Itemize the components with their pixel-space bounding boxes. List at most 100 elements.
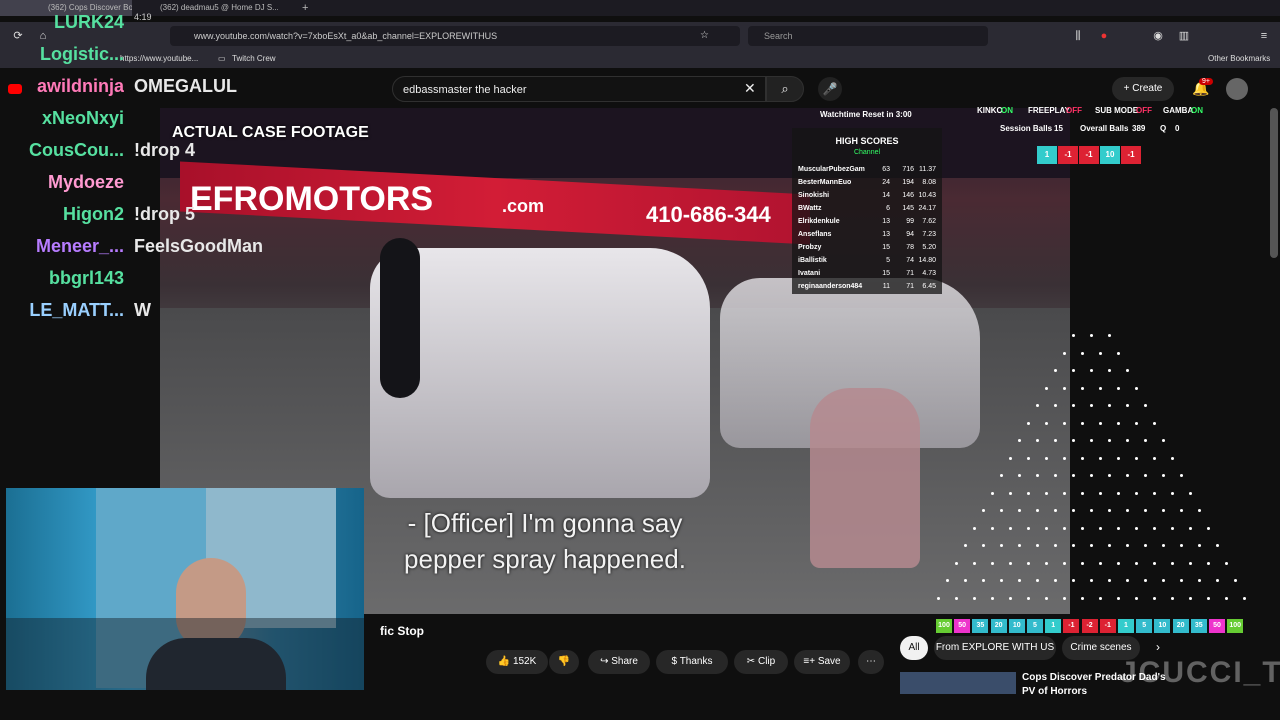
plinko-peg [1018, 544, 1021, 547]
plinko-peg [1072, 334, 1075, 337]
plinko-peg [1081, 596, 1084, 600]
more-actions-icon[interactable]: ⋯ [858, 650, 884, 674]
new-tab-icon[interactable]: + [302, 0, 314, 16]
high-score-value: 13 [882, 231, 890, 238]
related-video-title-2[interactable]: PV of Horrors [1022, 686, 1087, 697]
extension-icon[interactable]: ▥ [1178, 30, 1190, 42]
plinko-peg [1108, 509, 1111, 512]
plinko-peg [1126, 439, 1129, 442]
gamba-status: ON [1191, 106, 1203, 115]
multiplier-badge: 100 [936, 619, 952, 633]
plinko-peg [1054, 439, 1057, 442]
plinko-peg [1108, 439, 1111, 442]
plinko-pill: 10 [1100, 146, 1120, 164]
avatar[interactable] [1226, 78, 1248, 100]
plinko-peg [1126, 579, 1129, 582]
plinko-peg [1153, 596, 1156, 600]
library-icon[interactable]: ⫼ [1072, 30, 1084, 42]
plinko-peg [1018, 439, 1021, 442]
bookmark-item[interactable]: Twitch Crew [232, 50, 276, 68]
plinko-peg [1072, 439, 1075, 442]
bookmark-item[interactable]: https://www.youtube... [120, 50, 198, 68]
dislike-button[interactable]: 👎 [549, 650, 579, 674]
plinko-peg [1189, 561, 1192, 565]
thanks-icon: $ [671, 656, 680, 667]
high-score-value: 63 [882, 166, 890, 173]
thanks-button[interactable]: $ Thanks [656, 650, 728, 674]
bookmark-star-icon[interactable]: ☆ [700, 30, 709, 41]
search-icon[interactable]: ⌕ [766, 76, 804, 102]
plinko-peg [1099, 491, 1102, 495]
like-button[interactable]: 👍 152K [486, 650, 548, 674]
filter-chip[interactable]: From EXPLORE WITH US [934, 636, 1056, 660]
chevron-right-icon[interactable]: › [1156, 640, 1160, 654]
chat-username: Logistic... [39, 44, 124, 64]
case-footage-label: ACTUAL CASE FOOTAGE [172, 124, 369, 141]
save-label: Save [817, 656, 841, 667]
microphone-icon[interactable]: 🎤 [818, 77, 842, 101]
plinko-peg [1135, 526, 1138, 530]
plinko-peg [1117, 561, 1120, 565]
related-thumbnail[interactable] [900, 672, 1016, 694]
chat-username: awildninja [36, 76, 124, 96]
extension-icon[interactable]: ● [1098, 30, 1110, 42]
plinko-peg [991, 561, 994, 565]
scrollbar[interactable] [1270, 108, 1278, 258]
browser-search-bar[interactable]: Search [748, 26, 988, 46]
create-button[interactable]: + Create [1112, 77, 1174, 101]
clip-button[interactable]: ✂ Clip [734, 650, 788, 674]
high-score-value: 8.08 [922, 179, 936, 186]
plinko-peg [1027, 491, 1030, 495]
plinko-peg [1117, 526, 1120, 530]
browser-search-placeholder: Search [764, 31, 793, 41]
plinko-peg [1162, 509, 1165, 512]
plinko-peg [1144, 509, 1147, 512]
plinko-peg [937, 596, 940, 600]
url-bar[interactable]: www.youtube.com/watch?v=7xboEsXt_a0&ab_c… [170, 26, 740, 46]
plinko-peg [1126, 544, 1129, 547]
plinko-peg [991, 596, 994, 600]
other-bookmarks[interactable]: Other Bookmarks [1208, 50, 1270, 68]
account-icon[interactable]: ◉ [1152, 30, 1164, 42]
chat-username: Mydoeze [47, 172, 124, 192]
share-icon: ↪ [600, 656, 612, 667]
plinko-peg [1108, 474, 1111, 477]
notification-badge: 9+ [1199, 78, 1213, 85]
plinko-peg [1018, 509, 1021, 512]
plinko-peg [955, 561, 958, 565]
plinko-peg [1081, 351, 1084, 355]
multiplier-badge: 10 [1154, 619, 1171, 633]
plinko-peg [1225, 561, 1228, 565]
high-score-value: 99 [906, 218, 914, 225]
plinko-peg [1018, 579, 1021, 582]
plinko-peg [1117, 596, 1120, 600]
plinko-peg [1234, 579, 1237, 582]
session-balls-value: 15 [1054, 124, 1063, 133]
plinko-peg [1207, 526, 1210, 530]
plinko-peg [1027, 456, 1030, 460]
clock-time: 4:19 [134, 12, 152, 22]
plinko-peg [1009, 561, 1012, 565]
plinko-peg [991, 491, 994, 495]
browser-tab[interactable]: (362) deadmau5 @ Home DJ S... [146, 0, 278, 16]
high-score-name: BWattz [798, 205, 822, 212]
plinko-peg [1090, 404, 1093, 407]
like-count: 152K [512, 656, 537, 667]
plinko-peg [1036, 509, 1039, 512]
plinko-peg [1018, 474, 1021, 477]
share-button[interactable]: ↪ Share [588, 650, 650, 674]
high-score-value: 6.45 [922, 283, 936, 290]
clear-search-icon[interactable]: ✕ [744, 80, 756, 97]
plinko-peg [1153, 526, 1156, 530]
desk [6, 618, 364, 690]
plinko-peg [1171, 596, 1174, 600]
thanks-label: Thanks [679, 656, 713, 667]
plinko-peg [1099, 561, 1102, 565]
save-button[interactable]: ≡+ Save [794, 650, 850, 674]
filter-chip-all[interactable]: All [900, 636, 928, 660]
plinko-peg [1099, 596, 1102, 600]
youtube-search-input[interactable]: edbassmaster the hacker [392, 76, 766, 102]
menu-icon[interactable]: ≡ [1258, 30, 1270, 42]
tab-title: (362) deadmau5 @ Home DJ S... [160, 3, 278, 12]
plinko-peg [1000, 579, 1003, 582]
